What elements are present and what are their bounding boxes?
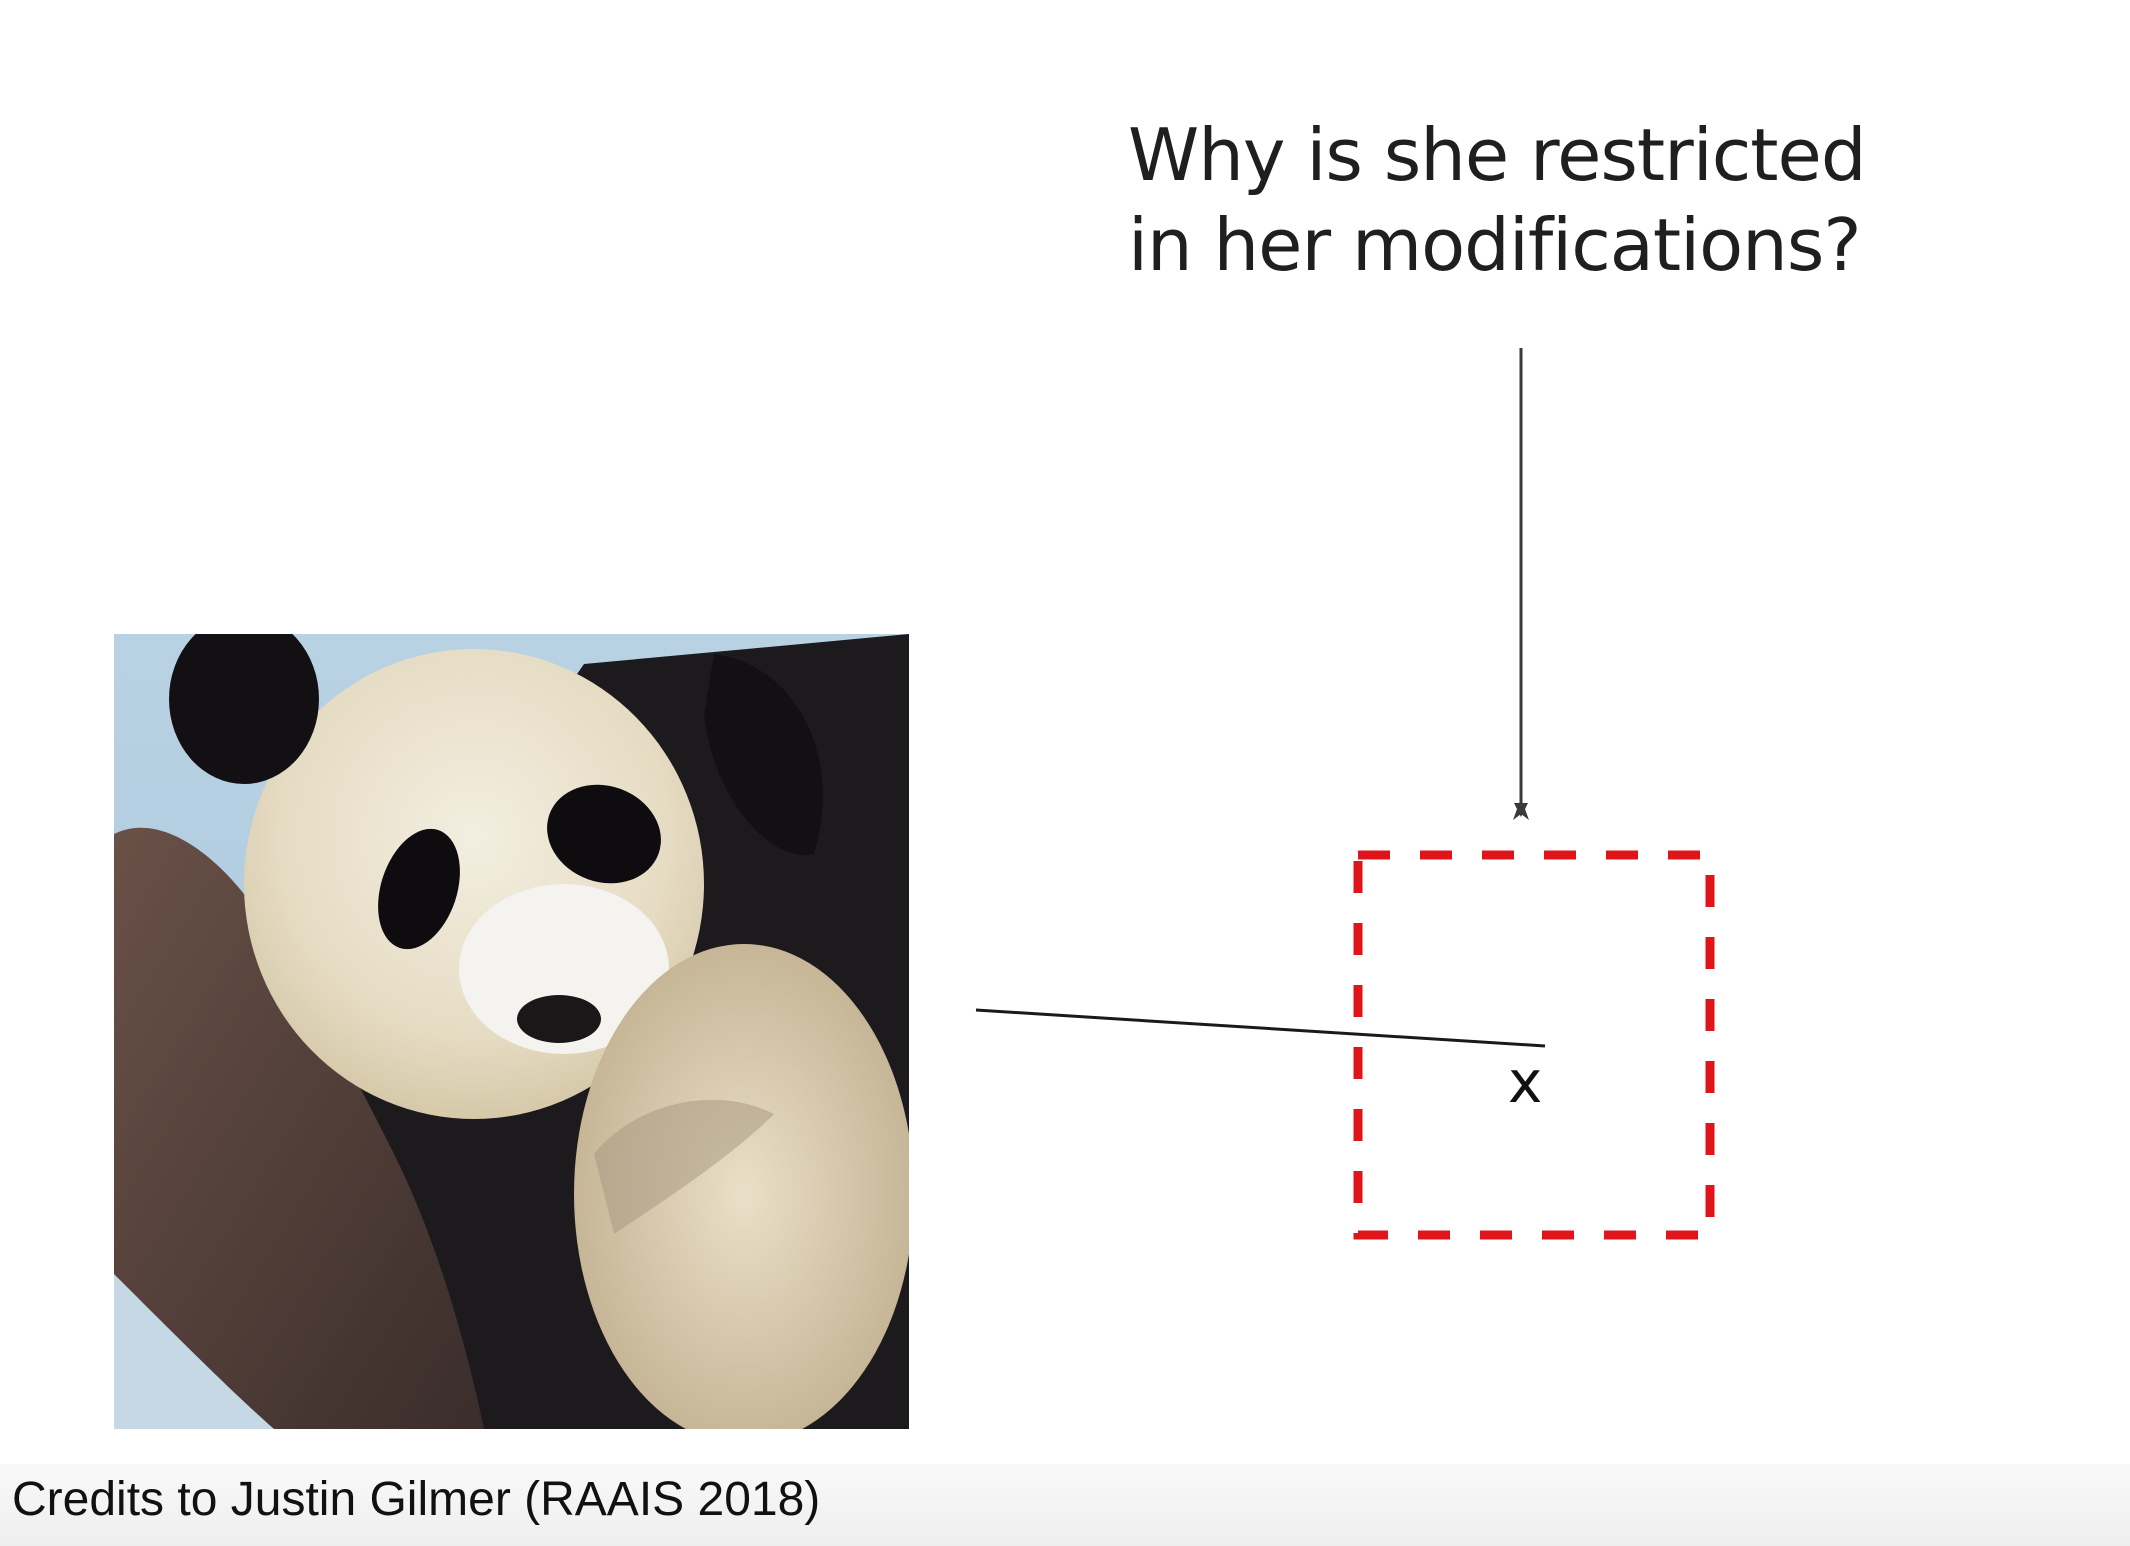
diagram-overlay xyxy=(975,348,1715,1240)
arrow-head xyxy=(1513,798,1529,820)
mapping-line xyxy=(975,1008,1546,1048)
credit-text: Credits to Justin Gilmer (RAAIS 2018) xyxy=(12,1473,821,1526)
point-x-label: x xyxy=(1508,1048,1543,1116)
slide: Why is she restricted in her modificatio… xyxy=(0,0,2130,1546)
